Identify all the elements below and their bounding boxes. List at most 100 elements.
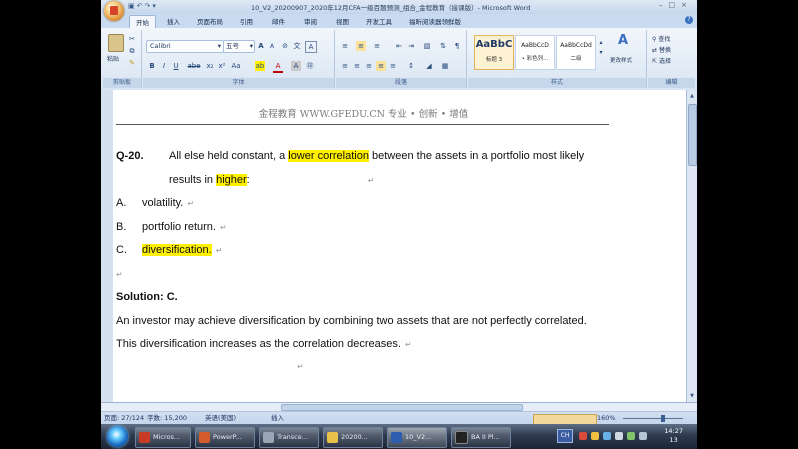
tray-app-icon[interactable] [591, 432, 599, 440]
horizontal-scrollbar[interactable] [101, 403, 697, 412]
multilevel-list-icon[interactable]: ≡ [372, 41, 382, 51]
change-case-icon[interactable]: Aa [231, 61, 241, 71]
change-styles-button[interactable]: 更改样式 [610, 56, 632, 64]
replace-button[interactable]: ⇄ 替换 [652, 45, 671, 54]
tab-foxit-reader[interactable]: 福昕阅读器领鲜版 [409, 16, 461, 26]
align-center-icon[interactable]: ≡ [352, 61, 362, 71]
phonetic-guide-icon[interactable]: 文 [292, 41, 302, 51]
document-page[interactable]: 金程教育 WWW.GFEDU.CN 专业 • 创新 • 增值 Q-20. All… [113, 90, 687, 402]
find-icon: ⚲ [652, 36, 657, 43]
tray-app-icon[interactable] [627, 432, 635, 440]
maximize-button[interactable]: □ [669, 1, 682, 9]
status-bar: 页面: 27/124 字数: 15,200 英语(美国) 插入 160% [101, 402, 697, 425]
styles-scroll-icon[interactable]: ▴ [596, 38, 606, 48]
bold-icon[interactable]: B [147, 61, 157, 71]
option-text: portfolio return. ↵ [142, 221, 227, 233]
language-indicator[interactable]: CH [557, 429, 573, 443]
tab-references[interactable]: 引用 [240, 16, 253, 26]
save-icon[interactable]: ▣ [128, 2, 137, 10]
style-color-list[interactable]: AaBbCcD • 彩色列... [515, 35, 555, 70]
highlight-icon[interactable]: ab [255, 61, 265, 71]
window-title: 10_V2_20200907_2020年12月CFA一级百题预测_组合_金程教育… [251, 4, 531, 12]
taskbar-item[interactable]: 20200... [323, 427, 383, 448]
align-left-icon[interactable]: ≡ [340, 61, 350, 71]
decrease-indent-icon[interactable]: ⇤ [394, 41, 404, 51]
clear-format-icon[interactable]: ⊘ [280, 41, 290, 51]
select-button[interactable]: ⇱ 选择 [652, 56, 671, 65]
zoom-slider[interactable] [623, 418, 683, 419]
option-text: diversification. ↵ [142, 244, 223, 256]
help-icon[interactable]: ? [685, 16, 693, 24]
tab-home[interactable]: 开始 [129, 15, 156, 29]
editing-group-label: 编辑 [648, 78, 695, 88]
character-shading-icon[interactable]: A [291, 61, 301, 71]
tab-review[interactable]: 审阅 [304, 16, 317, 26]
line-spacing-icon[interactable]: ↕ [406, 61, 416, 71]
paste-button[interactable]: 粘贴 [107, 54, 119, 63]
subscript-icon[interactable]: x₂ [205, 61, 215, 71]
shrink-font-icon[interactable]: A [267, 42, 277, 52]
clipboard-group: 粘贴 ✂ ⧉ ✎ 剪贴板 [103, 30, 142, 88]
taskbar-item[interactable]: BA II Pl... [451, 427, 511, 448]
sort-icon[interactable]: ⇅ [438, 41, 448, 51]
tab-insert[interactable]: 插入 [167, 16, 180, 26]
font-color-icon[interactable]: A [273, 61, 283, 73]
italic-icon[interactable]: I [159, 61, 169, 71]
style-sample: AaBbCcD [521, 42, 549, 49]
zoom-slider-thumb[interactable] [661, 415, 665, 422]
change-styles-icon[interactable]: A [616, 34, 630, 50]
clock[interactable]: 14:27 13 [664, 427, 683, 445]
minimize-button[interactable]: – [659, 1, 669, 9]
undo-icon[interactable]: ↶ [137, 2, 145, 10]
tab-mailings[interactable]: 邮件 [272, 16, 285, 26]
taskbar-item[interactable]: Micros... [135, 427, 191, 448]
font-size-select[interactable]: 五号 ▾ [223, 40, 255, 53]
distributed-icon[interactable]: ≡ [388, 61, 398, 71]
styles-scroll-icon[interactable]: ▾ [596, 48, 606, 58]
taskbar-item[interactable]: PowerP... [195, 427, 255, 448]
numbering-icon[interactable]: ≡ [356, 41, 366, 51]
bullets-icon[interactable]: ≡ [340, 41, 350, 51]
increase-indent-icon[interactable]: ⇥ [406, 41, 416, 51]
dropdown-icon[interactable]: ▾ [152, 2, 158, 10]
scroll-thumb[interactable] [281, 404, 523, 411]
underline-icon[interactable]: U [171, 61, 181, 71]
show-marks-icon[interactable]: ¶ [452, 41, 462, 51]
tab-view[interactable]: 视图 [336, 16, 349, 26]
justify-icon[interactable]: ≡ [376, 61, 386, 71]
flag-icon[interactable] [639, 432, 647, 440]
close-button[interactable]: × [681, 1, 693, 9]
strikethrough-icon[interactable]: abe [187, 61, 201, 71]
font-name-select[interactable]: Calibri ▾ [146, 40, 224, 53]
grow-font-icon[interactable]: A [256, 41, 266, 51]
scroll-down-icon[interactable]: ▼ [688, 392, 696, 400]
format-painter-icon[interactable]: ✎ [127, 58, 137, 68]
taskbar-item[interactable]: 10_V2... [387, 427, 447, 448]
tab-developer[interactable]: 开发工具 [366, 16, 392, 26]
vertical-scrollbar[interactable]: ▲ ▼ [686, 90, 697, 402]
copy-icon[interactable]: ⧉ [127, 46, 137, 56]
taskbar-item[interactable]: Transce... [259, 427, 319, 448]
paragraph-mark-icon: ↵ [367, 176, 375, 185]
superscript-icon[interactable]: x² [217, 61, 227, 71]
tray-app-icon[interactable] [579, 432, 587, 440]
align-right-icon[interactable]: ≡ [364, 61, 374, 71]
enclose-characters-icon[interactable]: ㊞ [305, 61, 315, 71]
paragraph-group-label: 段落 [336, 78, 466, 88]
find-button[interactable]: ⚲ 查找 [652, 34, 670, 43]
volume-icon[interactable] [615, 432, 623, 440]
paragraph-shading-icon[interactable]: ◢ [424, 61, 434, 71]
character-border-icon[interactable]: A [305, 41, 317, 53]
borders-icon[interactable]: ▦ [440, 61, 450, 71]
tab-page-layout[interactable]: 页面布局 [197, 16, 223, 26]
start-button[interactable] [107, 426, 128, 447]
style-heading-3[interactable]: AaBbC 标题 3 [474, 35, 514, 70]
network-icon[interactable] [603, 432, 611, 440]
style-level-2[interactable]: AaBbCcDd 二级 [556, 35, 596, 70]
scroll-up-icon[interactable]: ▲ [688, 92, 696, 100]
scroll-thumb[interactable] [688, 104, 697, 166]
paste-icon[interactable] [108, 34, 124, 52]
office-button[interactable] [104, 1, 124, 21]
chinese-layout-icon[interactable]: ▧ [422, 41, 432, 51]
cut-icon[interactable]: ✂ [127, 34, 137, 44]
